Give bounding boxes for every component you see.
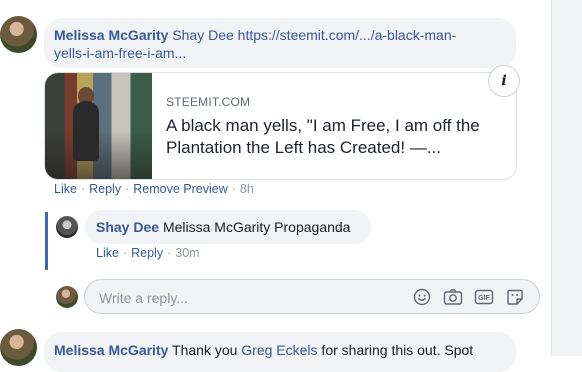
comment-time[interactable]: 8h: [240, 182, 254, 196]
preview-thumbnail[interactable]: [45, 73, 152, 179]
gif-label: GIF: [478, 295, 490, 302]
url-link-continued[interactable]: yells-i-am-free-i-am...: [54, 45, 186, 61]
avatar-melissa[interactable]: [0, 329, 37, 366]
preview-domain: STEEMIT.COM: [166, 95, 251, 109]
info-icon[interactable]: i: [488, 65, 520, 97]
camera-icon[interactable]: [443, 287, 463, 307]
reply-author[interactable]: Shay Dee: [96, 219, 159, 235]
reply-actions: Like · Reply · 30m: [96, 246, 200, 260]
sticker-icon[interactable]: [505, 287, 525, 307]
gif-icon[interactable]: GIF: [474, 287, 494, 307]
like-button[interactable]: Like: [54, 182, 77, 196]
preview-title[interactable]: A black man yells, "I am Free, I am off …: [166, 115, 511, 159]
avatar-melissa[interactable]: [0, 16, 37, 53]
thumbnail-figure: [73, 101, 99, 161]
preview-title-line1: A black man yells, "I am Free, I am off …: [166, 116, 480, 135]
emoji-icon[interactable]: [412, 287, 432, 307]
preview-title-line2: Plantation the Left has Created! —...: [166, 138, 441, 157]
reply-bubble: Shay Dee Melissa McGarity Propaganda: [85, 210, 371, 244]
scrollbar-track[interactable]: [551, 0, 582, 356]
reply-time[interactable]: 30m: [175, 246, 199, 260]
reply-input[interactable]: [97, 286, 401, 310]
reply-button[interactable]: Reply: [89, 182, 121, 196]
avatar-shay[interactable]: [56, 216, 78, 238]
reply-text: Melissa McGarity Propaganda: [162, 219, 351, 235]
mention-link[interactable]: Shay Dee: [172, 27, 233, 43]
comment-actions: Like · Reply · Remove Preview · 8h: [54, 182, 254, 196]
url-link[interactable]: https://steemit.com/.../a-black-man-: [238, 27, 457, 43]
avatar-current-user[interactable]: [56, 286, 78, 308]
comment-bubble: Melissa McGarity Shay Dee https://steemi…: [44, 18, 516, 68]
thread-rule: [45, 212, 48, 270]
link-preview-card[interactable]: STEEMIT.COM A black man yells, "I am Fre…: [44, 72, 517, 180]
remove-preview-button[interactable]: Remove Preview: [133, 182, 227, 196]
comment-author[interactable]: Melissa McGarity: [54, 27, 168, 43]
like-button[interactable]: Like: [96, 246, 119, 260]
reply-input-box[interactable]: GIF: [84, 279, 540, 314]
comment-bubble: Melissa McGarity Thank you Greg Eckels f…: [44, 332, 516, 372]
reply-button[interactable]: Reply: [131, 246, 163, 260]
